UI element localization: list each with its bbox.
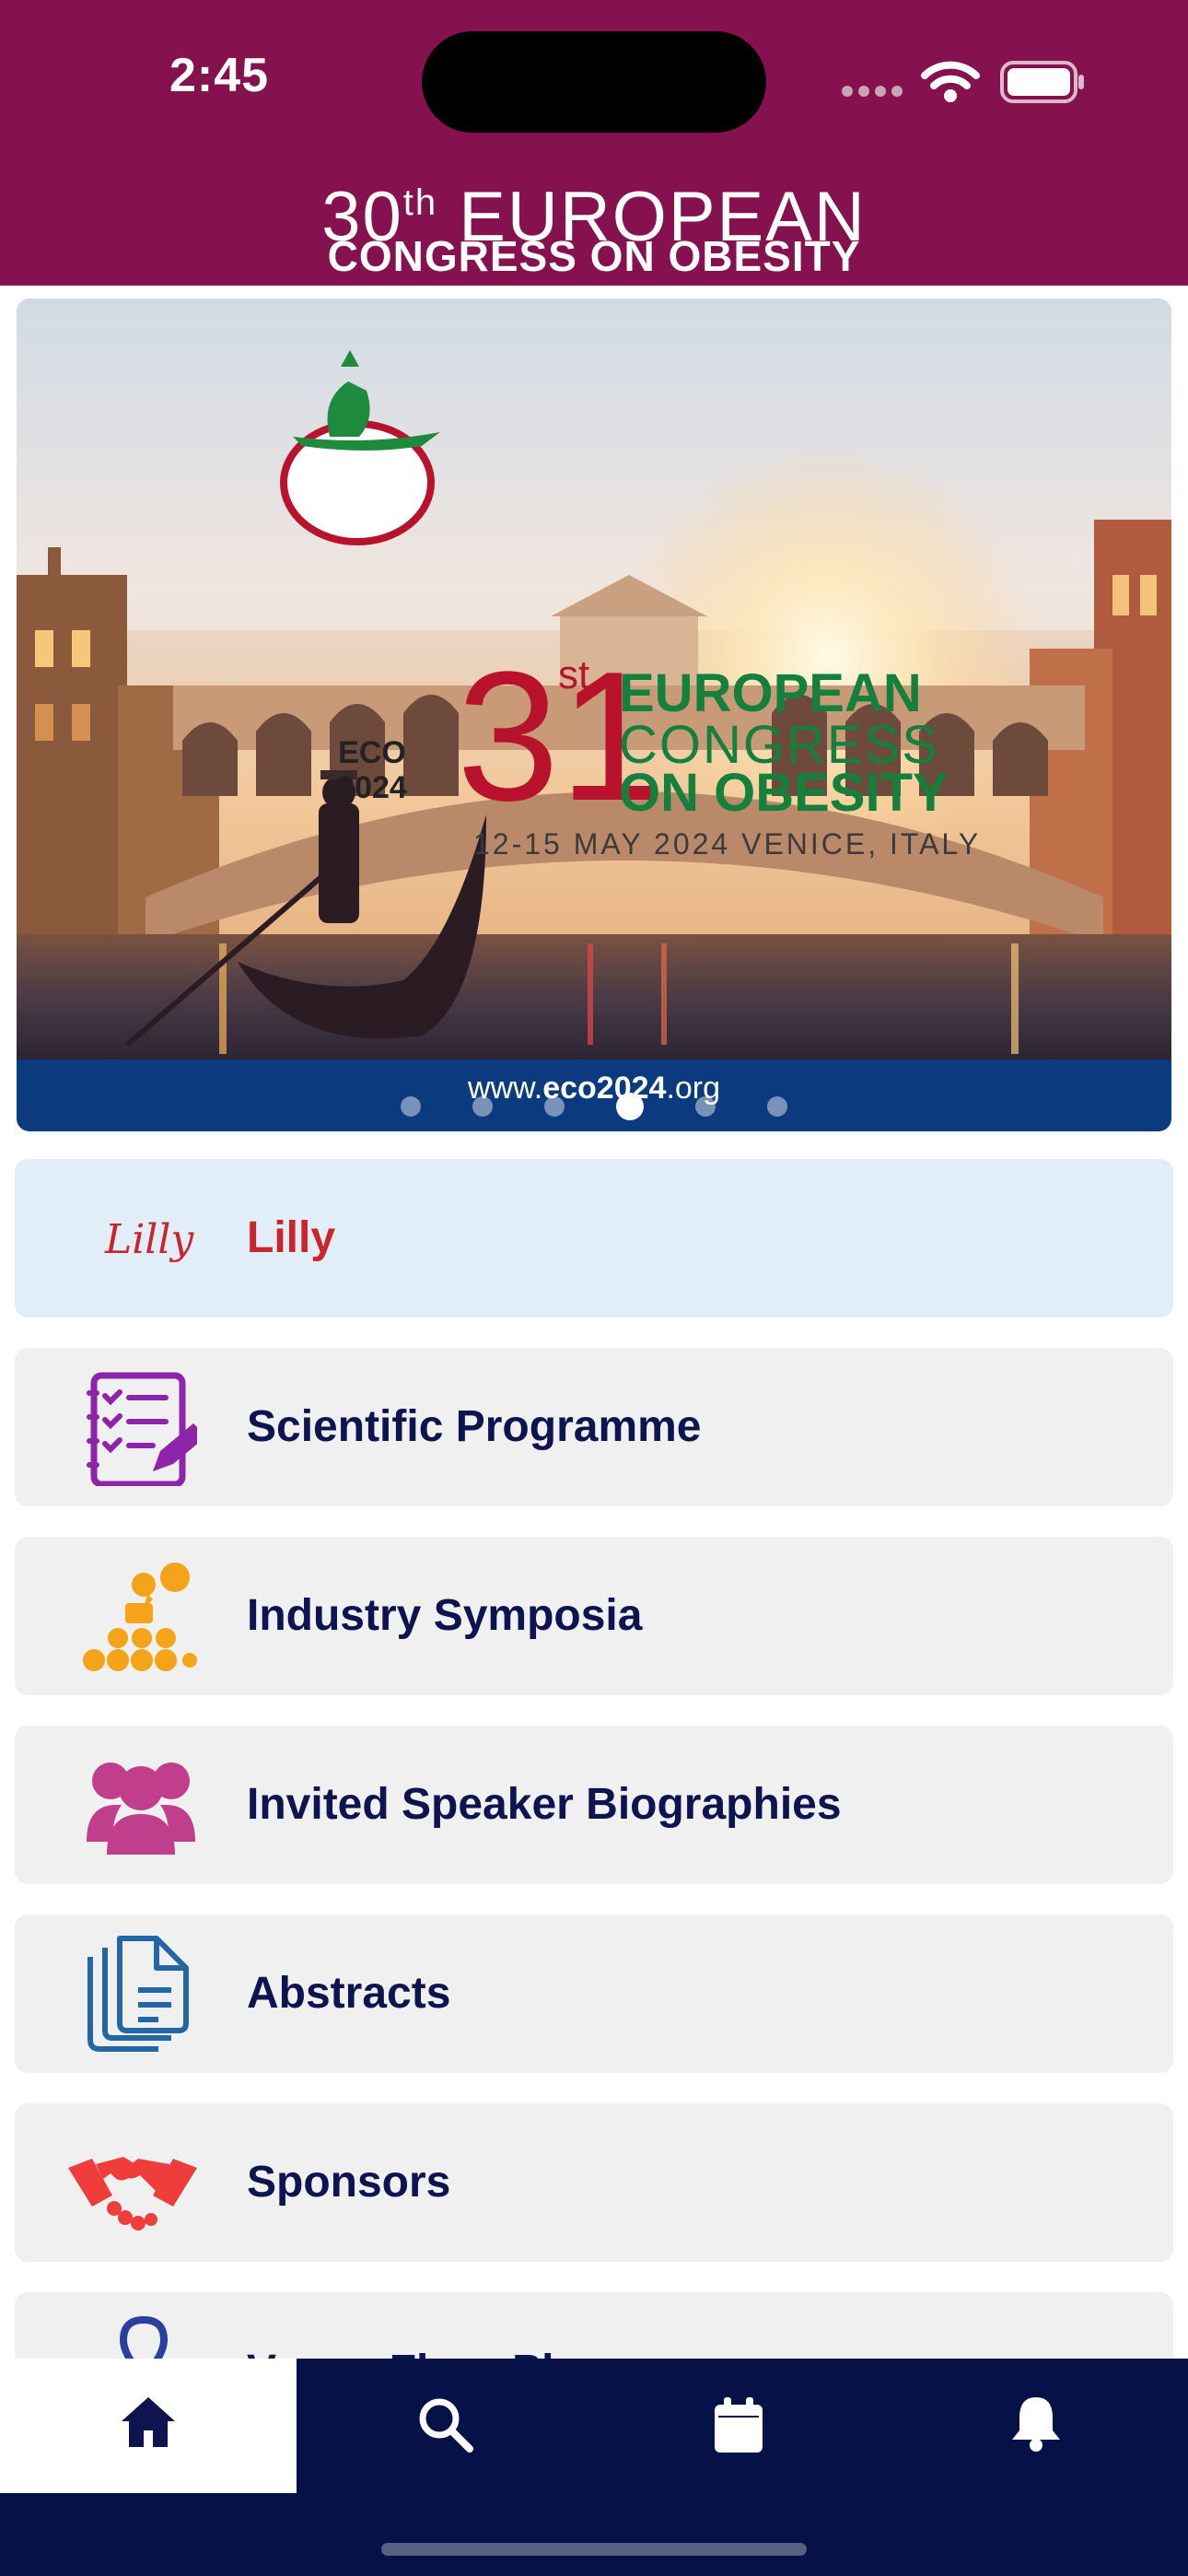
carousel-page-indicator[interactable]	[0, 1093, 1188, 1120]
menu-item-label: Scientific Programme	[247, 1402, 702, 1451]
menu-item-sponsors[interactable]: Sponsors	[15, 2103, 1173, 2262]
app-header: 2:45 30th EUROPEAN CONGRESS ON OBESITY	[0, 0, 1188, 286]
menu-item-label: Lilly	[247, 1213, 336, 1262]
edition-suffix: st	[558, 652, 590, 697]
checklist-icon	[87, 1372, 197, 1486]
promo-banner-carousel[interactable]: ECO 2024 31 st EUROPEAN CONGRESS ON OBES…	[17, 299, 1171, 1131]
carousel-dot[interactable]	[472, 1096, 493, 1117]
menu-item-invited-speakers[interactable]: Invited Speaker Biographies	[15, 1726, 1173, 1884]
carousel-dot[interactable]	[544, 1096, 565, 1117]
home-indicator[interactable]	[381, 2543, 807, 2556]
audience-speaker-icon	[83, 1563, 197, 1671]
menu-item-label: Industry Symposia	[247, 1591, 643, 1640]
banner-line-obesity: ON OBESITY	[619, 763, 949, 823]
menu-item-scientific-programme[interactable]: Scientific Programme	[15, 1348, 1173, 1506]
wifi-icon	[921, 61, 980, 102]
tab-search[interactable]	[297, 2359, 593, 2493]
tab-calendar[interactable]	[593, 2359, 890, 2493]
banner-date-place: 12-15 MAY 2024 VENICE, ITALY	[473, 827, 982, 861]
tab-home[interactable]	[0, 2359, 297, 2493]
calendar-icon	[715, 2397, 763, 2453]
tab-notifications[interactable]	[890, 2359, 1186, 2493]
search-icon	[419, 2398, 473, 2453]
menu-item-lilly[interactable]: Lilly Lilly	[15, 1159, 1173, 1317]
carousel-dot[interactable]	[695, 1096, 716, 1117]
home-icon	[122, 2397, 175, 2447]
people-group-icon	[87, 1762, 195, 1855]
cellular-signal-icon	[842, 85, 908, 101]
menu-item-industry-symposia[interactable]: Industry Symposia	[15, 1537, 1173, 1695]
lilly-logo: Lilly	[104, 1216, 194, 1263]
menu-item-label: Invited Speaker Biographies	[247, 1780, 842, 1829]
banner-line-european: EUROPEAN	[619, 663, 922, 723]
status-time: 2:45	[169, 49, 270, 102]
dynamic-island	[422, 31, 766, 133]
handshake-icon	[68, 2157, 197, 2231]
carousel-dot[interactable]	[767, 1096, 787, 1117]
bell-icon	[1012, 2397, 1060, 2452]
svg-text:Lilly: Lilly	[104, 1216, 194, 1263]
carousel-dot-active[interactable]	[616, 1093, 644, 1120]
menu-item-abstracts[interactable]: Abstracts	[15, 1914, 1173, 2073]
menu-item-label: Abstracts	[247, 1969, 451, 2018]
documents-icon	[87, 1936, 189, 2052]
battery-icon	[1000, 61, 1084, 103]
eco-badge-text: ECO 2024	[337, 735, 407, 805]
header-subtitle: CONGRESS ON OBESITY	[327, 232, 861, 280]
carousel-dot[interactable]	[401, 1096, 421, 1117]
menu-item-label: Sponsors	[247, 2158, 451, 2207]
